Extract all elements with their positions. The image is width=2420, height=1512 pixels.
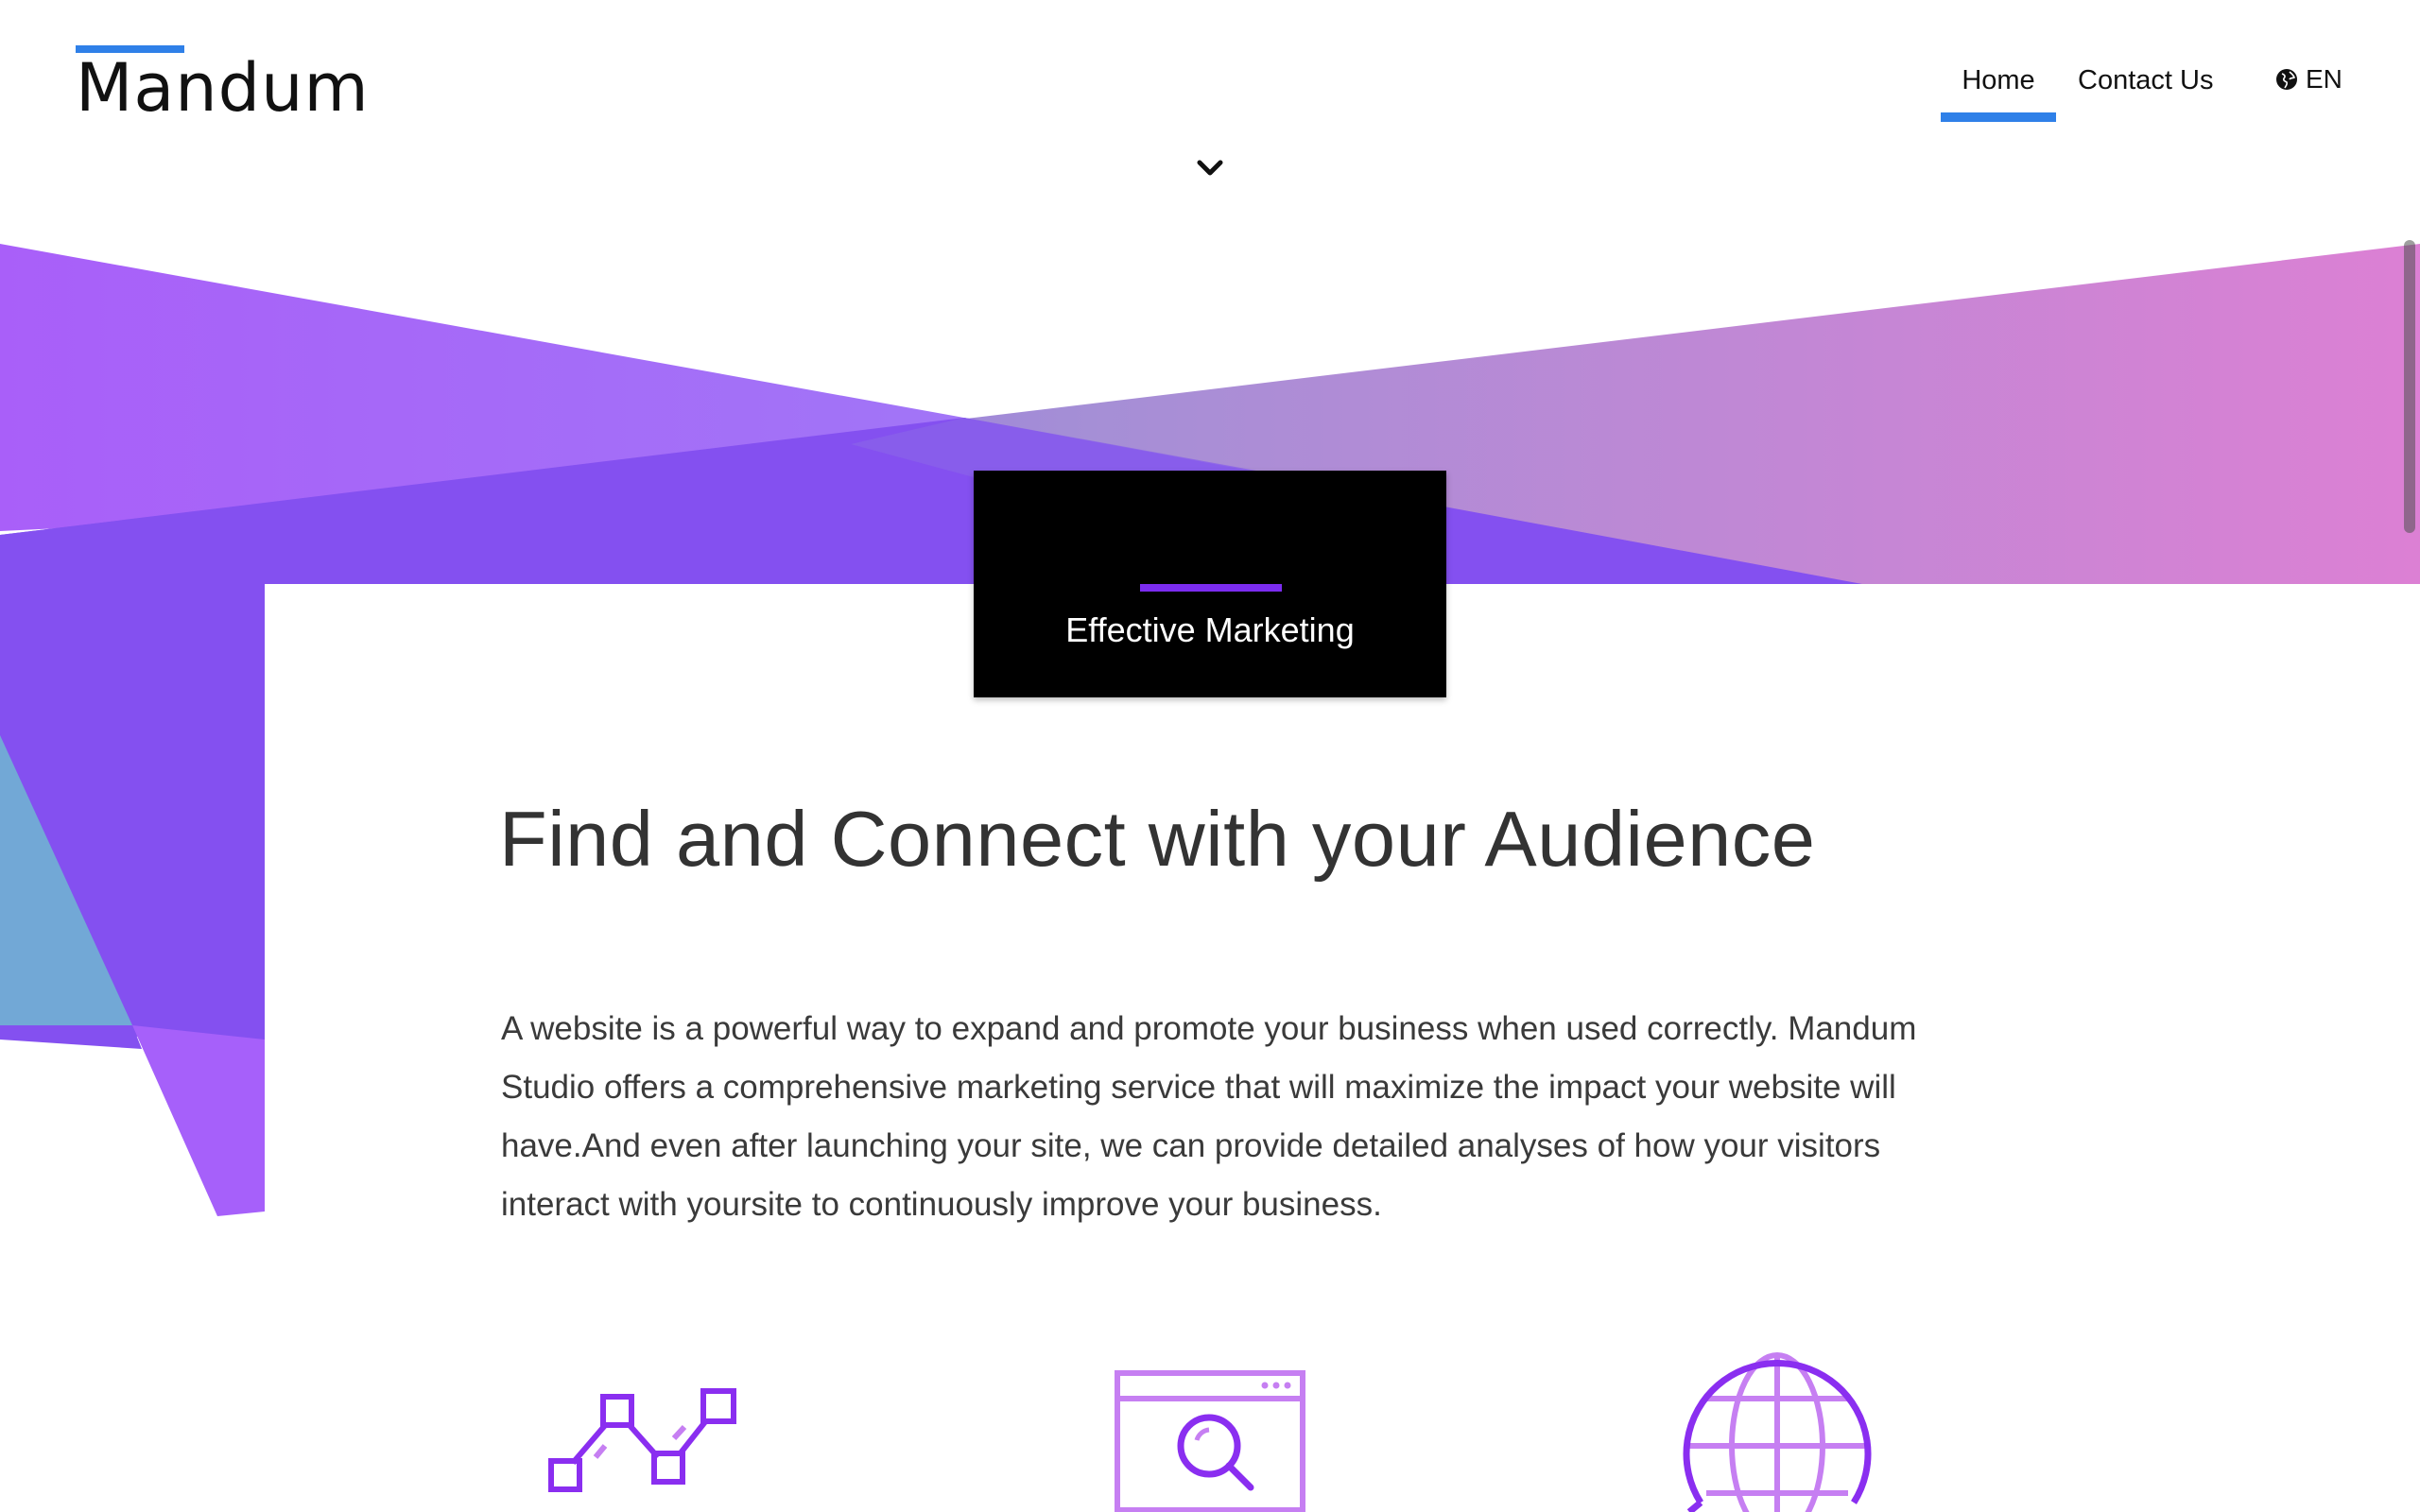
analytics-chart-icon xyxy=(548,1388,736,1492)
section-tag: Effective Marketing xyxy=(974,471,1446,697)
intro-paragraph: A website is a powerful way to expand an… xyxy=(501,1010,1917,1223)
nav-home-label: Home xyxy=(1962,65,2035,95)
language-selector[interactable]: EN xyxy=(2275,64,2342,94)
nav-active-indicator xyxy=(1941,112,2056,122)
scrollbar-thumb[interactable] xyxy=(2404,240,2415,533)
nav-contact-us[interactable]: Contact Us xyxy=(2078,59,2213,96)
tag-accent-line xyxy=(1140,584,1282,592)
page-headline: Find and Connect with your Audience xyxy=(499,795,1816,883)
language-label: EN xyxy=(2306,64,2342,94)
logo-link[interactable]: Mandum xyxy=(76,45,370,121)
globe-icon xyxy=(2276,69,2297,90)
chevron-down-icon[interactable] xyxy=(1197,159,1223,178)
nav-home[interactable]: Home xyxy=(1941,59,2056,122)
section-tag-label: Effective Marketing xyxy=(1065,610,1355,649)
globe-chat-icon xyxy=(1683,1352,1872,1512)
nav-contact-label: Contact Us xyxy=(2078,65,2214,95)
logo-text: Mandum xyxy=(76,49,370,127)
browser-search-icon xyxy=(1115,1370,1305,1512)
logo-accent-bar xyxy=(76,45,184,53)
page: Mandum Home Contact Us EN Effective Mark… xyxy=(0,0,2420,1512)
